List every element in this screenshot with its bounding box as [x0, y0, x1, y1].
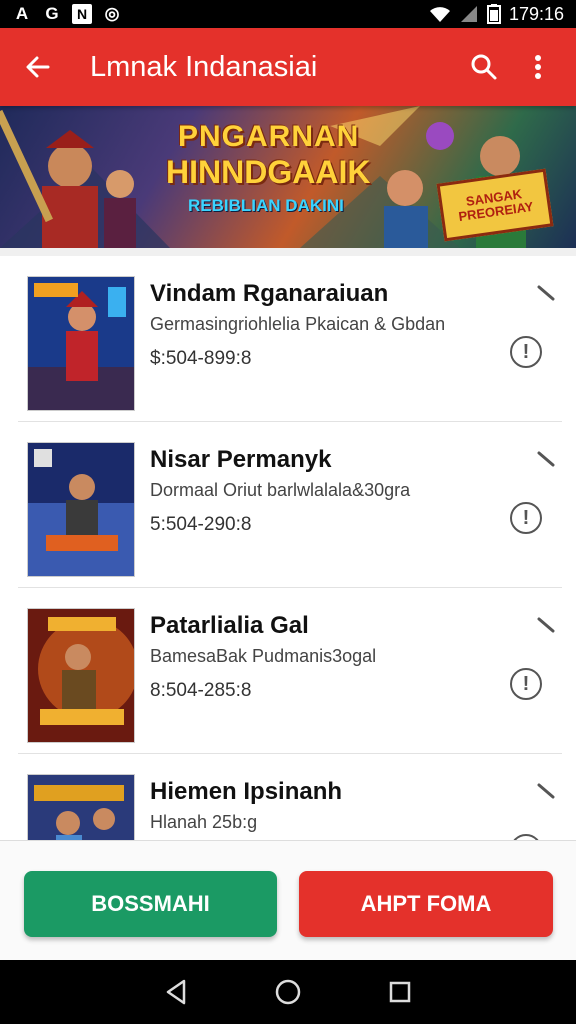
game-thumbnail-art	[28, 609, 134, 742]
primary-action-button[interactable]: BOSSMAHI	[24, 871, 277, 937]
info-icon[interactable]: !	[510, 336, 542, 368]
banner-headline-2: HINNDGAAIK	[166, 154, 371, 190]
game-thumbnail	[27, 774, 135, 840]
banner-headline-1: PNGARNAN	[178, 120, 360, 153]
status-icon-circle: ◎	[104, 4, 120, 23]
status-right: 179:16	[429, 4, 564, 25]
app-title: Lmnak Indanasiai	[90, 50, 318, 83]
game-thumbnail-art	[28, 277, 134, 410]
chevron-icon[interactable]	[536, 780, 558, 802]
back-button[interactable]	[18, 47, 58, 87]
game-title: Patarlialia Gal	[150, 612, 309, 639]
game-subtitle: Hlanah 25b:g	[150, 812, 258, 832]
search-button[interactable]	[464, 47, 504, 87]
game-subtitle: BamesaBak Pudmanis3ogal	[150, 646, 377, 666]
game-thumbnail	[27, 608, 135, 743]
list-item[interactable]: Patarlialia Gal BamesaBak Pudmanis3ogal …	[0, 588, 576, 754]
wifi-icon	[429, 7, 450, 22]
chevron-icon[interactable]	[536, 282, 558, 304]
info-icon[interactable]: !	[510, 668, 542, 700]
status-icon-g: G	[45, 4, 59, 23]
status-bar: A G N ◎ 179:16	[0, 0, 576, 28]
chevron-icon[interactable]	[536, 448, 558, 470]
game-thumbnail-art	[28, 443, 134, 576]
status-time: 179:16	[508, 3, 564, 24]
status-icon-a: A	[15, 4, 29, 23]
system-nav-bar	[0, 960, 576, 1024]
list-item[interactable]: Vindam Rganaraiuan Germasingriohlelia Pk…	[0, 256, 576, 422]
game-thumbnail	[27, 276, 135, 411]
nav-back-button[interactable]	[156, 972, 196, 1012]
nav-back-icon	[166, 979, 186, 1005]
promo-banner[interactable]: PNGARNAN HINNDGAAIK REBIBLIAN DAKINI SAN…	[0, 106, 576, 248]
battery-icon	[486, 4, 501, 24]
game-thumbnail-art	[28, 775, 134, 840]
bottom-action-panel: BOSSMAHI AHPT FOMA	[0, 840, 576, 960]
game-meta: $:504-899:8	[150, 348, 252, 369]
search-icon	[471, 54, 497, 80]
more-vert-icon	[535, 55, 541, 79]
app-bar: Lmnak Indanasiai	[0, 28, 576, 106]
game-title: Vindam Rganaraiuan	[150, 280, 389, 307]
game-list: Vindam Rganaraiuan Germasingriohlelia Pk…	[0, 256, 576, 840]
nav-recents-button[interactable]	[380, 972, 420, 1012]
list-item[interactable]: Nisar Permanyk Dormaal Oriut barlwlalala…	[0, 422, 576, 588]
game-title: Hiemen Ipsinanh	[150, 778, 343, 805]
signal-icon	[460, 6, 477, 22]
game-subtitle: Dormaal Oriut barlwlalala&30gra	[150, 480, 411, 500]
info-icon[interactable]: !	[510, 502, 542, 534]
secondary-action-button[interactable]: AHPT FOMA	[299, 871, 553, 937]
game-title: Nisar Permanyk	[150, 446, 332, 473]
banner-tagline: REBIBLIAN DAKINI	[188, 196, 344, 215]
game-subtitle: Germasingriohlelia Pkaican & Gbdan	[150, 314, 446, 334]
game-thumbnail	[27, 442, 135, 577]
status-icon-n: N	[72, 4, 92, 24]
game-meta: 5:504-290:8	[150, 514, 252, 535]
chevron-icon[interactable]	[536, 614, 558, 636]
nav-recents-icon	[389, 981, 411, 1003]
game-meta: 8:504-285:8	[150, 680, 252, 701]
nav-home-icon	[275, 979, 301, 1005]
banner-divider	[0, 248, 576, 256]
more-options-button[interactable]	[518, 47, 558, 87]
back-arrow-icon	[26, 56, 50, 78]
list-item[interactable]: Hiemen Ipsinanh Hlanah 25b:g !	[0, 754, 576, 840]
status-left-icons: A G N ◎	[12, 4, 122, 24]
nav-home-button[interactable]	[268, 972, 308, 1012]
